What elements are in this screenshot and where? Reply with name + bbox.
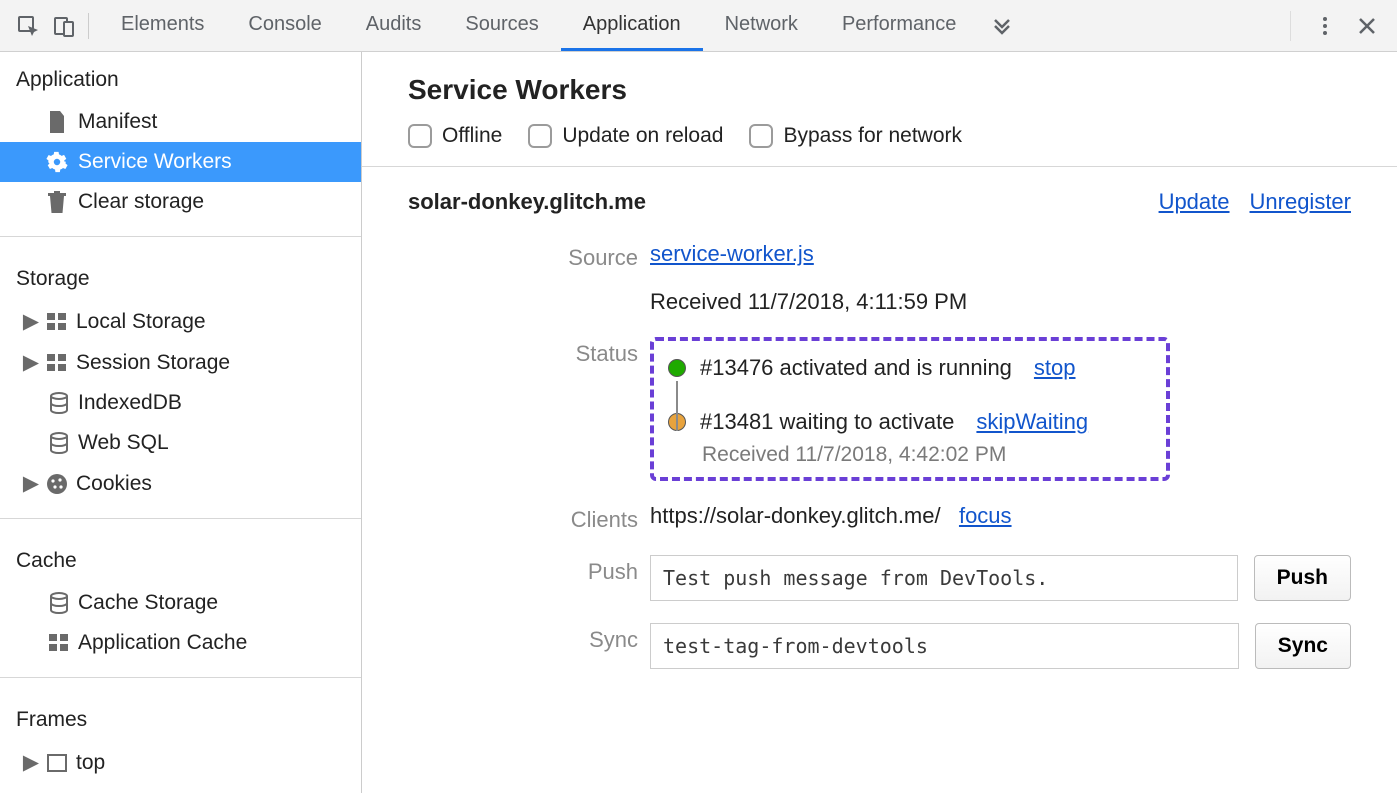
frame-icon (46, 752, 68, 774)
sidebar-section-cache: Cache (0, 533, 361, 583)
database-icon (48, 432, 70, 454)
sidebar-item-top-frame[interactable]: ▶ top (0, 742, 361, 783)
separator (1290, 11, 1291, 41)
sidebar-item-label: Clear storage (78, 190, 204, 214)
sidebar-item-label: Manifest (78, 110, 157, 134)
sidebar-item-application-cache[interactable]: Application Cache (0, 623, 361, 663)
separator (88, 13, 89, 39)
status-active-text: #13476 activated and is running (700, 355, 1012, 381)
devtools-tabbar: Elements Console Audits Sources Applicat… (0, 0, 1397, 52)
sidebar-item-local-storage[interactable]: ▶ Local Storage (0, 301, 361, 342)
sidebar-item-label: Service Workers (78, 150, 232, 174)
push-input[interactable] (650, 555, 1238, 601)
sidebar-item-label: Session Storage (76, 351, 230, 375)
sidebar-section-application: Application (0, 52, 361, 102)
update-on-reload-checkbox[interactable]: Update on reload (528, 124, 723, 148)
registration-origin: solar-donkey.glitch.me (408, 189, 646, 215)
clients-label: Clients (408, 503, 638, 533)
panel-tabs: Elements Console Audits Sources Applicat… (99, 0, 1284, 51)
update-link[interactable]: Update (1159, 189, 1230, 215)
chevron-right-icon: ▶ (24, 350, 38, 375)
sidebar-item-label: top (76, 751, 105, 775)
sidebar-section-storage: Storage (0, 251, 361, 301)
gear-icon (46, 151, 68, 173)
trash-icon (46, 191, 68, 213)
status-active-dot-icon (668, 359, 686, 377)
panel-title: Service Workers (408, 74, 1351, 106)
push-label: Push (408, 555, 638, 601)
skipwaiting-link[interactable]: skipWaiting (976, 409, 1088, 435)
sidebar-item-indexeddb[interactable]: IndexedDB (0, 383, 361, 423)
kebab-menu-icon[interactable] (1311, 12, 1339, 40)
offline-checkbox[interactable]: Offline (408, 124, 502, 148)
sync-input[interactable] (650, 623, 1239, 669)
status-label: Status (408, 337, 638, 481)
tab-application[interactable]: Application (561, 0, 703, 51)
sidebar-item-web-sql[interactable]: Web SQL (0, 423, 361, 463)
unregister-link[interactable]: Unregister (1250, 189, 1351, 215)
sidebar-item-label: Cookies (76, 472, 152, 496)
sidebar-item-manifest[interactable]: Manifest (0, 102, 361, 142)
chevron-right-icon: ▶ (24, 750, 38, 775)
grid-icon (46, 352, 68, 374)
sidebar-item-label: IndexedDB (78, 391, 182, 415)
sync-button[interactable]: Sync (1255, 623, 1351, 669)
tab-performance[interactable]: Performance (820, 0, 979, 51)
chevron-right-icon: ▶ (24, 471, 38, 496)
device-toggle-icon[interactable] (46, 8, 82, 44)
tab-elements[interactable]: Elements (99, 0, 226, 51)
sidebar-item-label: Web SQL (78, 431, 169, 455)
grid-icon (48, 632, 70, 654)
database-icon (48, 392, 70, 414)
stop-link[interactable]: stop (1034, 355, 1076, 381)
push-button[interactable]: Push (1254, 555, 1351, 601)
source-label: Source (408, 241, 638, 315)
bypass-for-network-checkbox[interactable]: Bypass for network (749, 124, 962, 148)
tab-network[interactable]: Network (703, 0, 820, 51)
source-received: Received 11/7/2018, 4:11:59 PM (650, 289, 1351, 315)
sidebar-item-cache-storage[interactable]: Cache Storage (0, 583, 361, 623)
sidebar-item-clear-storage[interactable]: Clear storage (0, 182, 361, 222)
service-worker-registration: solar-donkey.glitch.me Update Unregister… (408, 167, 1351, 669)
tab-sources[interactable]: Sources (443, 0, 560, 51)
status-waiting-received: Received 11/7/2018, 4:42:02 PM (702, 443, 1148, 467)
tab-audits[interactable]: Audits (344, 0, 444, 51)
close-icon[interactable] (1353, 12, 1381, 40)
sidebar-item-cookies[interactable]: ▶ Cookies (0, 463, 361, 504)
cookie-icon (46, 473, 68, 495)
sidebar-item-label: Local Storage (76, 310, 206, 334)
more-tabs-icon[interactable] (978, 0, 1026, 51)
sync-label: Sync (408, 623, 638, 669)
status-waiting-text: #13481 waiting to activate (700, 409, 954, 435)
client-url: https://solar-donkey.glitch.me/ (650, 503, 941, 528)
status-highlight-box: #13476 activated and is running stop #13… (650, 337, 1170, 481)
file-icon (46, 111, 68, 133)
inspect-icon[interactable] (10, 8, 46, 44)
sidebar-section-frames: Frames (0, 692, 361, 742)
tab-console[interactable]: Console (226, 0, 343, 51)
sidebar-item-label: Application Cache (78, 631, 247, 655)
sidebar-item-label: Cache Storage (78, 591, 218, 615)
sidebar-item-session-storage[interactable]: ▶ Session Storage (0, 342, 361, 383)
database-icon (48, 592, 70, 614)
source-file-link[interactable]: service-worker.js (650, 241, 814, 266)
service-workers-panel: Service Workers Offline Update on reload… (362, 52, 1397, 793)
service-worker-toggles: Offline Update on reload Bypass for netw… (408, 124, 1351, 148)
focus-link[interactable]: focus (959, 503, 1012, 528)
chevron-right-icon: ▶ (24, 309, 38, 334)
grid-icon (46, 311, 68, 333)
sidebar-item-service-workers[interactable]: Service Workers (0, 142, 361, 182)
application-sidebar: Application Manifest Service Workers Cle… (0, 52, 362, 793)
